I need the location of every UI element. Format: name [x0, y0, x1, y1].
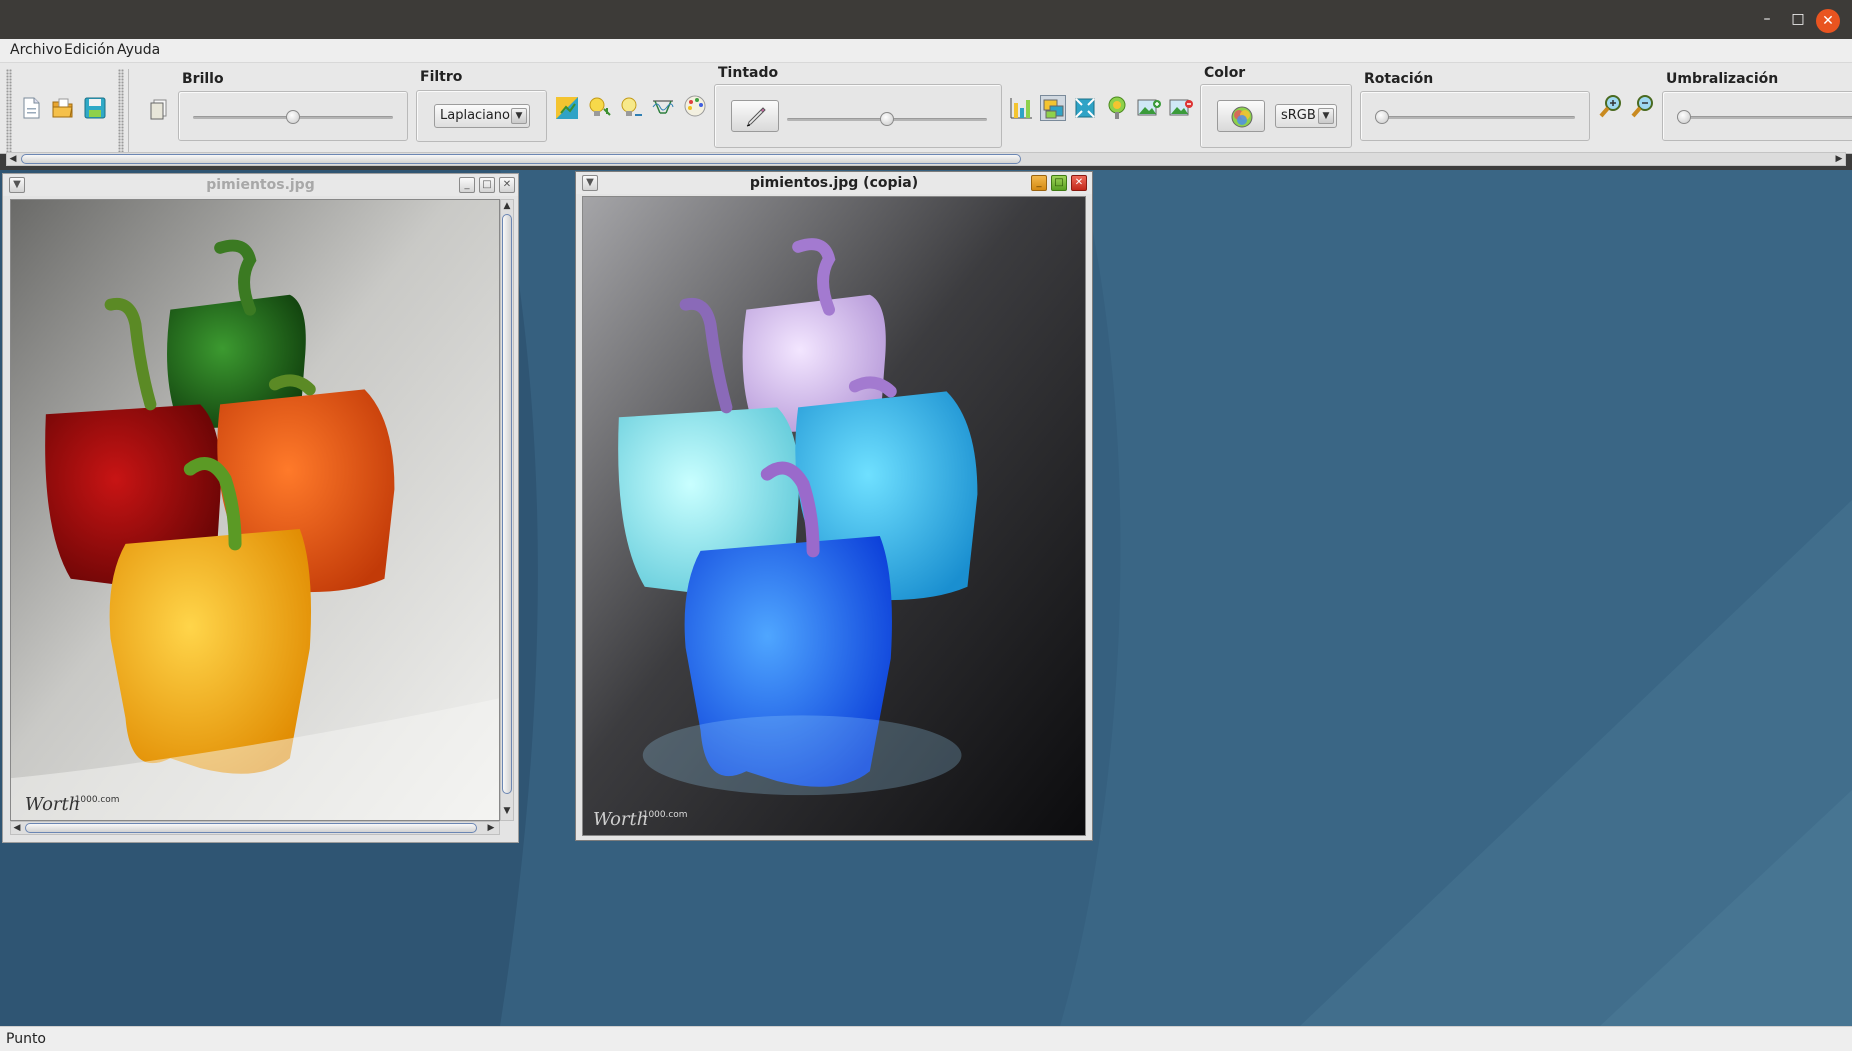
frame-titlebar[interactable]: ▼ pimientos.jpg (copia) _ □ ✕ — [576, 172, 1092, 194]
close-icon[interactable]: ✕ — [1816, 9, 1840, 33]
light-bulb-icon[interactable] — [586, 95, 612, 121]
image-frame-copy[interactable]: ▼ pimientos.jpg (copia) _ □ ✕ Worth 1000… — [575, 171, 1093, 841]
duplicate-image-icon[interactable] — [146, 96, 172, 122]
frame-titlebar[interactable]: ▼ pimientos.jpg _ □ ✕ — [3, 174, 518, 196]
rotacion-slider-track[interactable] — [1375, 116, 1575, 119]
save-file-icon[interactable] — [82, 95, 108, 121]
tintado-slider-thumb[interactable] — [880, 112, 894, 126]
zoom-out-icon[interactable] — [1630, 93, 1656, 119]
toolbar-horizontal-scrollbar[interactable]: ◀ ▶ — [6, 152, 1846, 166]
peppers-image: Worth 1000.com — [11, 200, 499, 820]
rotacion-box — [1360, 91, 1590, 141]
menu-ayuda[interactable]: Ayuda — [117, 42, 160, 58]
color-palette-icon[interactable] — [682, 93, 708, 119]
sine-wave-icon[interactable] — [650, 93, 676, 119]
svg-text:Worth: Worth — [593, 809, 648, 830]
umbralizacion-box — [1662, 91, 1852, 141]
rotacion-slider-thumb[interactable] — [1375, 110, 1389, 124]
toolbar-grip-2[interactable] — [118, 69, 124, 153]
close-icon[interactable]: ✕ — [1071, 175, 1087, 191]
color-title: Color — [1204, 65, 1246, 81]
close-icon[interactable]: ✕ — [499, 177, 515, 193]
menu-edicion[interactable]: Edición — [64, 42, 115, 58]
scale-icon[interactable] — [1072, 95, 1098, 121]
maximize-icon[interactable]: □ — [479, 177, 495, 193]
minimize-icon[interactable]: _ — [459, 177, 475, 193]
scroll-down-icon[interactable]: ▼ — [501, 805, 513, 817]
minimize-icon[interactable]: – — [1756, 8, 1778, 30]
open-file-icon[interactable] — [50, 95, 76, 121]
watermark-text: 1000.com — [643, 810, 688, 820]
toolbar: Brillo Filtro Laplaciano ▼ Tintado Color… — [0, 63, 1852, 154]
umbralizacion-slider-track[interactable] — [1677, 116, 1852, 119]
umbralizacion-title: Umbralización — [1666, 71, 1779, 87]
desktop-pane: ▼ pimientos.jpg _ □ ✕ Worth 1000.com ▲ ▼… — [0, 170, 1852, 1026]
filtro-select-value: Laplaciano — [440, 108, 510, 123]
zoom-in-icon[interactable] — [1598, 93, 1624, 119]
chevron-down-icon[interactable]: ▼ — [1318, 108, 1334, 124]
toolbar-scroll-thumb[interactable] — [21, 154, 1021, 164]
image-plus-icon[interactable] — [1136, 95, 1162, 121]
brillo-box — [178, 91, 408, 141]
brillo-group: Brillo — [178, 71, 410, 147]
tintado-group: Tintado — [714, 65, 1004, 153]
image-frame-original[interactable]: ▼ pimientos.jpg _ □ ✕ Worth 1000.com ▲ ▼… — [2, 173, 519, 843]
tint-color-button[interactable] — [731, 100, 779, 132]
dark-bulb-icon[interactable] — [618, 95, 644, 121]
filtro-title: Filtro — [420, 69, 463, 85]
status-text: Punto — [6, 1031, 46, 1047]
toolbar-separator — [128, 69, 129, 153]
brillo-slider-thumb[interactable] — [286, 110, 300, 124]
ycc-icon[interactable] — [1104, 95, 1130, 121]
maximize-icon[interactable]: □ — [1787, 8, 1809, 30]
horizontal-scroll-thumb[interactable] — [25, 823, 477, 833]
umbralizacion-group: Umbralización — [1662, 71, 1852, 147]
new-file-icon[interactable] — [18, 95, 44, 121]
toolbar-grip[interactable] — [6, 69, 12, 153]
svg-text:Worth: Worth — [25, 794, 80, 815]
scroll-up-icon[interactable]: ▲ — [501, 200, 513, 212]
contrast-icon[interactable] — [554, 95, 580, 121]
histogram-icon[interactable] — [1008, 95, 1034, 121]
color-group: Color sRGB ▼ — [1200, 65, 1352, 153]
peppers-negative-image: Worth 1000.com — [583, 197, 1085, 835]
scroll-right-icon[interactable]: ▶ — [485, 822, 497, 834]
chevron-down-icon[interactable]: ▼ — [511, 108, 527, 124]
filtro-box: Laplaciano ▼ — [416, 90, 547, 142]
rotacion-group: Rotación — [1360, 71, 1592, 147]
tintado-title: Tintado — [718, 65, 779, 81]
maximize-icon[interactable]: □ — [1051, 175, 1067, 191]
band-split-icon[interactable] — [1040, 95, 1066, 121]
minimize-icon[interactable]: _ — [1031, 175, 1047, 191]
watermark-text: 1000.com — [75, 795, 120, 805]
color-space-value: sRGB — [1281, 108, 1316, 123]
scroll-left-icon[interactable]: ◀ — [7, 153, 19, 165]
image-canvas-original[interactable]: Worth 1000.com — [10, 199, 500, 821]
frame-title: pimientos.jpg (copia) — [749, 175, 919, 191]
filtro-select[interactable]: Laplaciano ▼ — [434, 104, 530, 128]
frame-vertical-scrollbar[interactable]: ▲ ▼ — [500, 199, 514, 821]
filtro-group: Filtro Laplaciano ▼ — [416, 69, 550, 149]
image-minus-icon[interactable] — [1168, 95, 1194, 121]
color-space-button[interactable] — [1217, 100, 1265, 132]
frame-horizontal-scrollbar[interactable]: ◀ ▶ — [10, 821, 500, 835]
scroll-right-icon[interactable]: ▶ — [1833, 153, 1845, 165]
image-canvas-copy[interactable]: Worth 1000.com — [582, 196, 1086, 836]
color-space-select[interactable]: sRGB ▼ — [1275, 104, 1337, 128]
window-titlebar: – □ ✕ — [0, 0, 1852, 39]
frame-title: pimientos.jpg — [206, 177, 315, 193]
menu-bar: Archivo Edición Ayuda — [0, 39, 1852, 63]
scroll-left-icon[interactable]: ◀ — [11, 822, 23, 834]
tintado-box — [714, 84, 1002, 148]
brillo-title: Brillo — [182, 71, 224, 87]
status-bar: Punto — [0, 1026, 1852, 1051]
color-box: sRGB ▼ — [1200, 84, 1352, 148]
vertical-scroll-thumb[interactable] — [502, 214, 512, 794]
umbralizacion-slider-thumb[interactable] — [1677, 110, 1691, 124]
menu-archivo[interactable]: Archivo — [10, 42, 62, 58]
rotacion-title: Rotación — [1364, 71, 1434, 87]
